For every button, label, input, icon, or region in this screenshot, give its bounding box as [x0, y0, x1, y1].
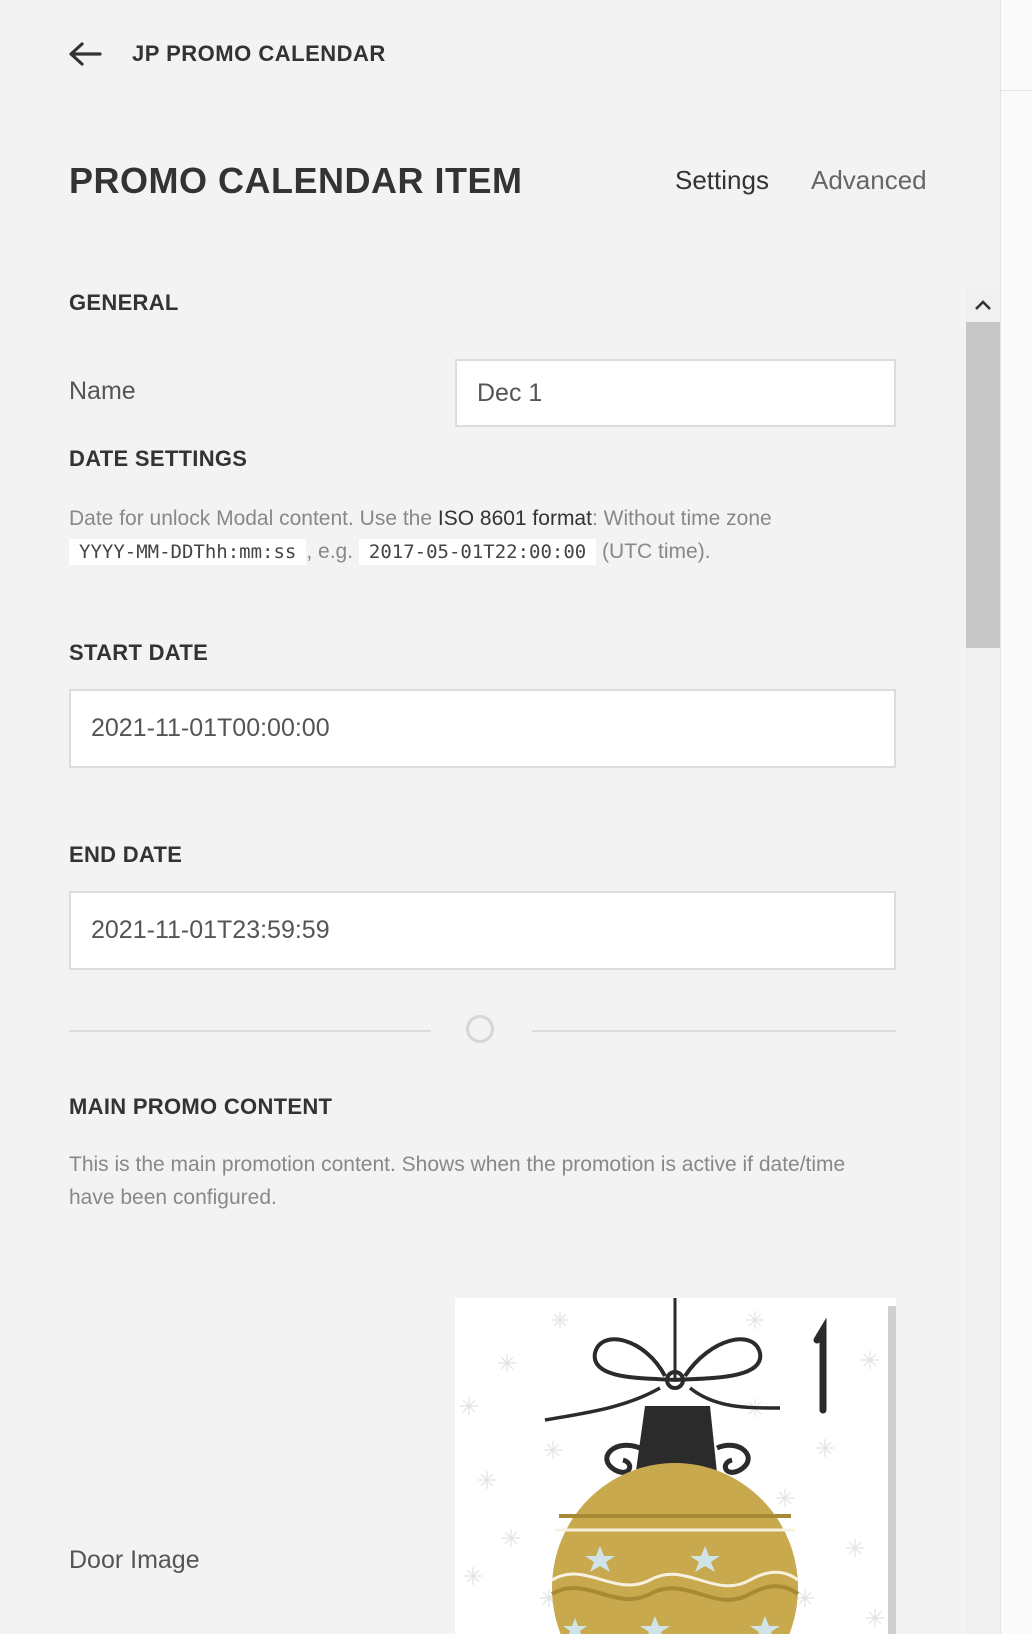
chevron-up-icon[interactable]: [966, 288, 1000, 322]
date-settings-heading: DATE SETTINGS: [69, 446, 248, 471]
door-image-label: Door Image: [69, 1546, 200, 1574]
tab-advanced[interactable]: Advanced: [811, 165, 927, 196]
arrow-left-icon[interactable]: [68, 36, 104, 72]
help-text: (UTC time).: [596, 540, 711, 563]
tab-settings[interactable]: Settings: [675, 165, 769, 196]
door-image-preview[interactable]: [455, 1298, 896, 1634]
divider-circle-icon: [466, 1015, 494, 1043]
format-code: YYYY-MM-DDThh:mm:ss: [69, 539, 307, 565]
start-date-heading: START DATE: [69, 640, 209, 665]
page-title: PROMO CALENDAR ITEM: [69, 160, 523, 201]
help-text: : Without time zone: [591, 507, 772, 530]
end-date-input[interactable]: [69, 891, 896, 970]
divider-line: [69, 1030, 431, 1032]
top-bar: JP PROMO CALENDAR: [68, 36, 386, 72]
example-code: 2017-05-01T22:00:00: [358, 539, 597, 565]
end-date-heading: END DATE: [69, 842, 183, 867]
divider-line: [532, 1030, 896, 1032]
image-shadow: [888, 1306, 896, 1634]
iso-8601-link[interactable]: ISO 8601 format: [438, 507, 592, 530]
scrollbar[interactable]: [966, 288, 1000, 1634]
general-heading: GENERAL: [69, 290, 179, 315]
help-text: , e.g.: [306, 540, 359, 563]
ornament-icon: [460, 1298, 884, 1634]
date-settings-help: Date for unlock Modal content. Use the I…: [69, 502, 869, 569]
editor-panel: JP PROMO CALENDAR PROMO CALENDAR ITEM Se…: [0, 0, 1000, 1634]
name-input[interactable]: [455, 359, 896, 427]
scroll-thumb[interactable]: [966, 322, 1000, 648]
edge-divider: [1001, 90, 1032, 91]
main-promo-heading: MAIN PROMO CONTENT: [69, 1094, 333, 1119]
side-panel-edge: [1000, 0, 1032, 1634]
name-label: Name: [69, 377, 136, 405]
help-text: Date for unlock Modal content. Use the: [69, 507, 438, 530]
breadcrumb-title[interactable]: JP PROMO CALENDAR: [132, 41, 386, 67]
start-date-input[interactable]: [69, 689, 896, 768]
main-promo-help: This is the main promotion content. Show…: [69, 1153, 846, 1209]
